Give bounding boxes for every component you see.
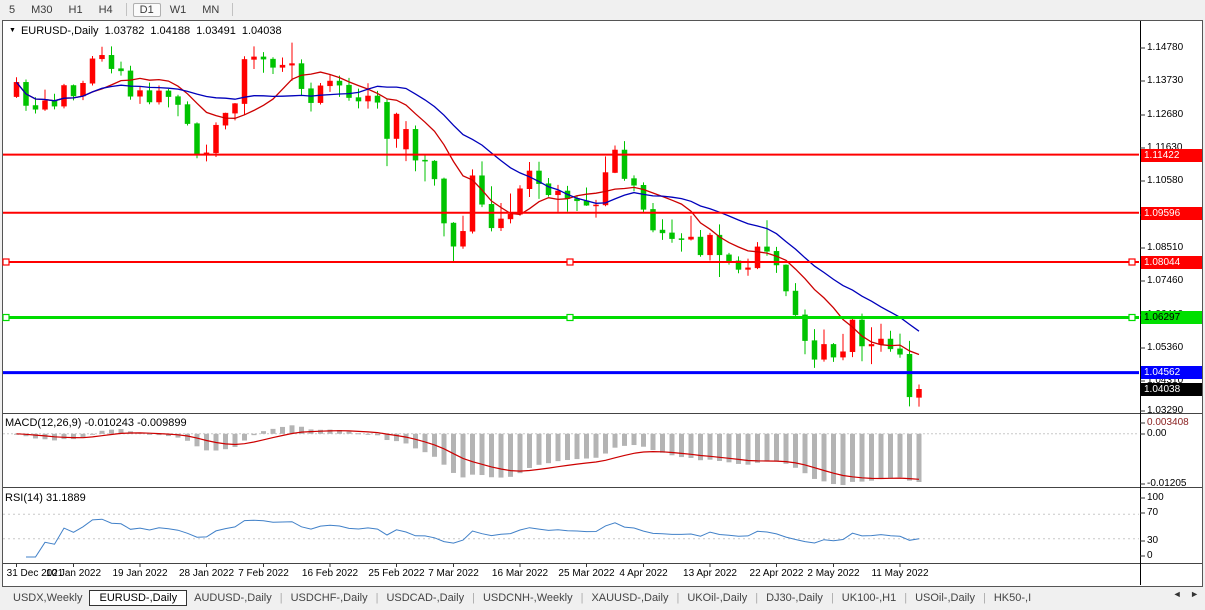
ohlc-low: 1.03491 bbox=[196, 25, 236, 37]
price-tick-label: 1.08510 bbox=[1147, 242, 1203, 254]
date-tick-label: 2 May 2022 bbox=[801, 568, 867, 579]
price-tick-label: 1.05360 bbox=[1147, 342, 1203, 354]
macd-tick-label: 0.00 bbox=[1147, 428, 1203, 440]
macd-tick-label: -0.01205 bbox=[1147, 478, 1203, 490]
date-tick-label: 16 Feb 2022 bbox=[297, 568, 363, 579]
date-tick-label: 19 Jan 2022 bbox=[107, 568, 173, 579]
tabs-scroll-right-icon[interactable]: ► bbox=[1187, 587, 1202, 601]
timeframe-button-w1[interactable]: W1 bbox=[163, 3, 194, 17]
timeframe-button-5[interactable]: 5 bbox=[2, 3, 22, 17]
chart-tabs-bar: USDX,WeeklyEURUSD-,DailyAUDUSD-,Daily|US… bbox=[0, 588, 1205, 607]
macd-label: MACD(12,26,9) -0.010243 -0.009899 bbox=[5, 417, 187, 429]
tab-usdchf-daily[interactable]: USDCHF-,Daily bbox=[284, 590, 375, 606]
price-line-label[interactable]: 1.04038 bbox=[1141, 383, 1202, 396]
tab-audusd-daily[interactable]: AUDUSD-,Daily bbox=[187, 590, 279, 606]
price-tick-label: 1.10580 bbox=[1147, 175, 1203, 187]
rsi-name: RSI(14) bbox=[5, 492, 43, 504]
chart-title: ▼ EURUSD-,Daily 1.03782 1.04188 1.03491 1.040… bbox=[9, 25, 282, 37]
price-tick-label: 1.12680 bbox=[1147, 109, 1203, 121]
tab-usdcad-daily[interactable]: USDCAD-,Daily bbox=[379, 590, 471, 606]
tab-dj30-daily[interactable]: DJ30-,Daily bbox=[759, 590, 830, 606]
macd-main-value: -0.010243 bbox=[84, 417, 134, 429]
tabs-scroll-left-icon[interactable]: ◄ bbox=[1170, 587, 1185, 601]
tab-scroll-arrows: ◄ ► bbox=[1170, 589, 1202, 599]
chart-symbol-label: EURUSD-,Daily bbox=[21, 25, 99, 37]
tab-usdcnh-weekly[interactable]: USDCNH-,Weekly bbox=[476, 590, 580, 606]
date-tick-label: 11 May 2022 bbox=[867, 568, 933, 579]
dropdown-triangle-icon[interactable]: ▼ bbox=[9, 27, 16, 34]
price-line-label[interactable]: 1.11422 bbox=[1141, 149, 1202, 162]
rsi-value: 31.1889 bbox=[46, 492, 86, 504]
macd-name: MACD(12,26,9) bbox=[5, 417, 81, 429]
toolbar-separator bbox=[126, 3, 127, 16]
date-tick-label: 10 Jan 2022 bbox=[41, 568, 107, 579]
price-tick-label: 1.07460 bbox=[1147, 275, 1203, 287]
rsi-tick-label: 30 bbox=[1147, 535, 1203, 547]
price-line-label[interactable]: 1.08044 bbox=[1141, 256, 1202, 269]
tab-usoil-daily[interactable]: USOil-,Daily bbox=[908, 590, 982, 606]
toolbar-separator bbox=[232, 3, 233, 16]
price-line-label[interactable]: 1.09596 bbox=[1141, 207, 1202, 220]
rsi-label: RSI(14) 31.1889 bbox=[5, 492, 86, 504]
timeframe-button-mn[interactable]: MN bbox=[195, 3, 226, 17]
timeframe-button-m30[interactable]: M30 bbox=[24, 3, 59, 17]
tab-ukoil-daily[interactable]: UKOil-,Daily bbox=[680, 590, 754, 606]
ohlc-open: 1.03782 bbox=[105, 25, 145, 37]
price-tick-label: 1.13730 bbox=[1147, 75, 1203, 87]
date-tick-label: 7 Feb 2022 bbox=[231, 568, 297, 579]
date-tick-label: 13 Apr 2022 bbox=[677, 568, 743, 579]
tab-uk100-h1[interactable]: UK100-,H1 bbox=[835, 590, 903, 606]
date-tick-label: 7 Mar 2022 bbox=[421, 568, 487, 579]
macd-signal-value: -0.009899 bbox=[137, 417, 187, 429]
tab-xauusd-daily[interactable]: XAUUSD-,Daily bbox=[584, 590, 675, 606]
rsi-tick-label: 100 bbox=[1147, 492, 1203, 504]
date-tick-label: 16 Mar 2022 bbox=[487, 568, 553, 579]
ohlc-high: 1.04188 bbox=[150, 25, 190, 37]
tab-eurusd-daily[interactable]: EURUSD-,Daily bbox=[89, 590, 187, 606]
date-tick-label: 4 Apr 2022 bbox=[611, 568, 677, 579]
tab-hk50-i[interactable]: HK50-,I bbox=[987, 590, 1038, 606]
price-line-label[interactable]: 1.06297 bbox=[1141, 311, 1202, 324]
chart-window bbox=[2, 20, 1203, 587]
timeframe-button-d1[interactable]: D1 bbox=[133, 3, 161, 17]
rsi-tick-label: 0 bbox=[1147, 550, 1203, 562]
ohlc-close: 1.04038 bbox=[242, 25, 282, 37]
tab-usdx-weekly[interactable]: USDX,Weekly bbox=[6, 590, 89, 606]
price-line-label[interactable]: 1.04562 bbox=[1141, 366, 1202, 379]
timeframe-toolbar: 5M30H1H4 D1W1MN bbox=[0, 0, 1205, 19]
timeframe-button-h4[interactable]: H4 bbox=[92, 3, 120, 17]
rsi-tick-label: 70 bbox=[1147, 507, 1203, 519]
price-tick-label: 1.03290 bbox=[1147, 405, 1203, 417]
timeframe-button-h1[interactable]: H1 bbox=[62, 3, 90, 17]
price-tick-label: 1.14780 bbox=[1147, 42, 1203, 54]
